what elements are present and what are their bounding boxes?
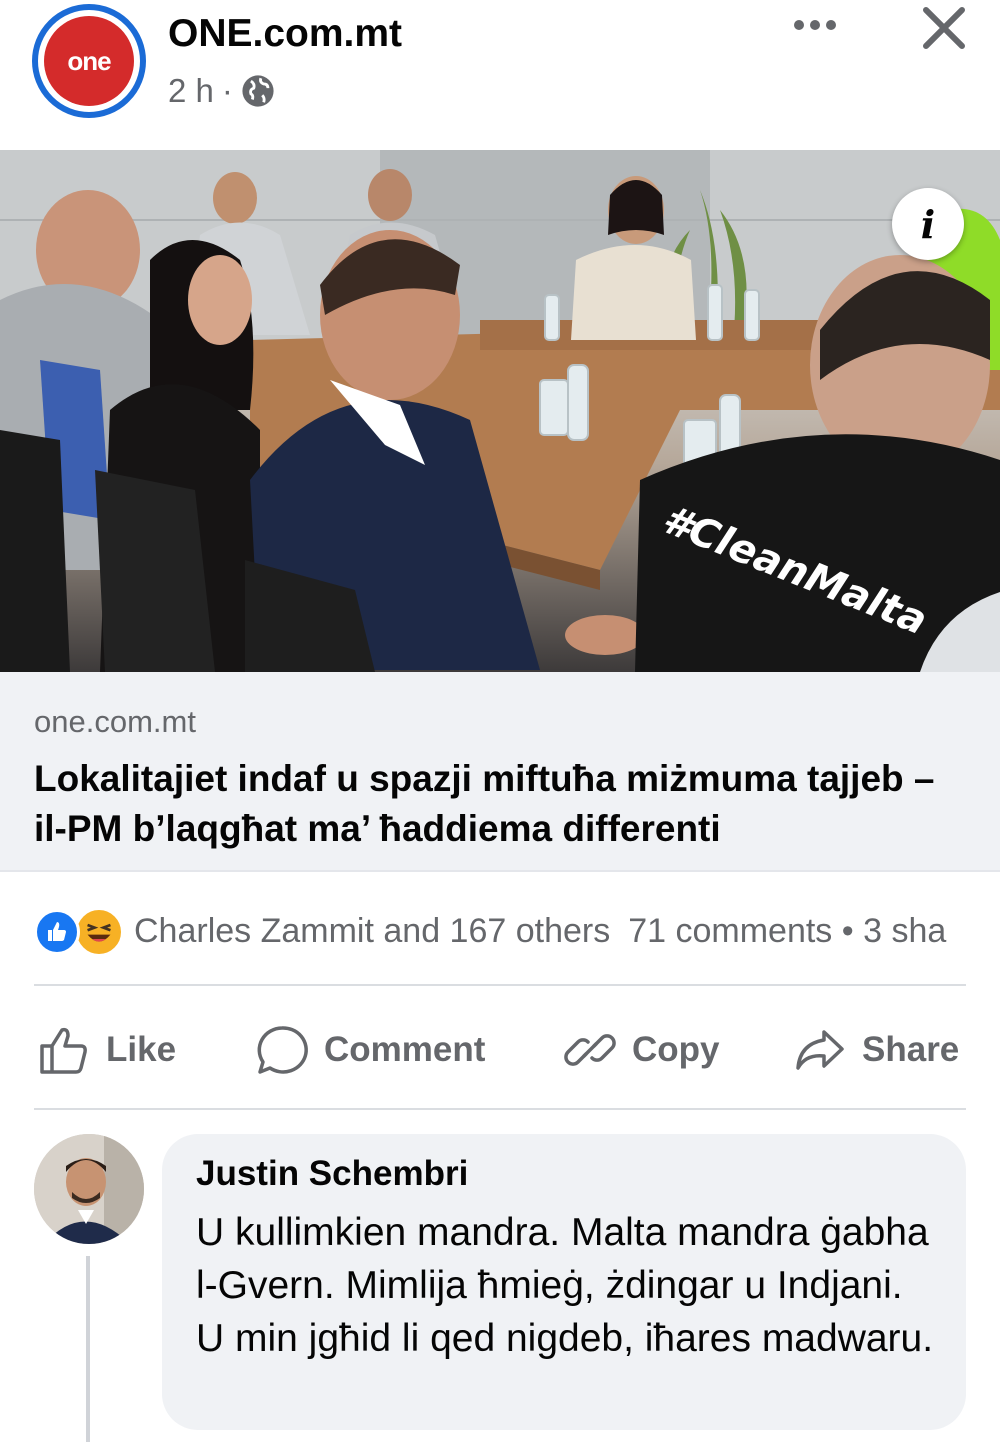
reactions-row[interactable]: Charles Zammit and 167 others 71 comment…	[34, 906, 1000, 956]
comment-icon	[257, 1026, 308, 1074]
comments-shares-count[interactable]: 71 comments • 3 sha	[628, 912, 946, 951]
commenter-avatar[interactable]	[34, 1134, 144, 1244]
page-avatar[interactable]: one	[32, 4, 146, 118]
info-button[interactable]: i	[892, 188, 964, 260]
action-bar: Like Comment Copy Share	[0, 1000, 1000, 1100]
comment-button[interactable]: Comment	[254, 1020, 485, 1080]
close-icon[interactable]	[920, 4, 968, 52]
meta-separator: ·	[221, 72, 233, 109]
more-options-icon[interactable]	[790, 10, 840, 40]
reactions-summary[interactable]: Charles Zammit and 167 others	[134, 912, 610, 951]
link-domain: one.com.mt	[34, 704, 196, 739]
comment-bubble[interactable]: Justin Schembri U kullimkien mandra. Mal…	[162, 1134, 966, 1430]
share-icon	[796, 1030, 844, 1070]
like-icon	[40, 1027, 87, 1074]
reaction-icons	[34, 907, 126, 956]
share-button[interactable]: Share	[792, 1020, 959, 1080]
link-title: Lokalitajiet indaf u spazji miftuħa miżm…	[34, 758, 935, 849]
comment-label: Comment	[324, 1030, 486, 1069]
divider	[34, 984, 966, 986]
post-time[interactable]: 2 h	[168, 72, 214, 110]
divider	[34, 1108, 966, 1110]
post-photo[interactable]: #CleanMalta i	[0, 150, 1000, 672]
like-label: Like	[106, 1030, 177, 1069]
copy-button[interactable]: Copy	[562, 1020, 720, 1080]
thread-line	[86, 1256, 90, 1442]
copy-label: Copy	[632, 1030, 720, 1069]
one-logo: one	[44, 16, 134, 106]
meeting-photo: #CleanMalta	[0, 150, 1000, 672]
post-header: one ONE.com.mt 2 h ·	[0, 0, 1000, 150]
share-label: Share	[862, 1030, 960, 1069]
like-button[interactable]: Like	[36, 1020, 176, 1080]
post-meta: 2 h ·	[168, 72, 275, 110]
link-preview[interactable]: one.com.mt Lokalitajiet indaf u spazji m…	[0, 672, 1000, 872]
haha-reaction-icon	[74, 907, 124, 956]
comment-text: U kullimkien mandra. Malta mandra ġabha …	[196, 1211, 934, 1360]
like-reaction-icon	[34, 909, 80, 955]
link-icon	[564, 1034, 616, 1066]
globe-icon	[242, 75, 274, 107]
page-name[interactable]: ONE.com.mt	[168, 12, 402, 56]
comment-author[interactable]: Justin Schembri	[196, 1154, 468, 1194]
